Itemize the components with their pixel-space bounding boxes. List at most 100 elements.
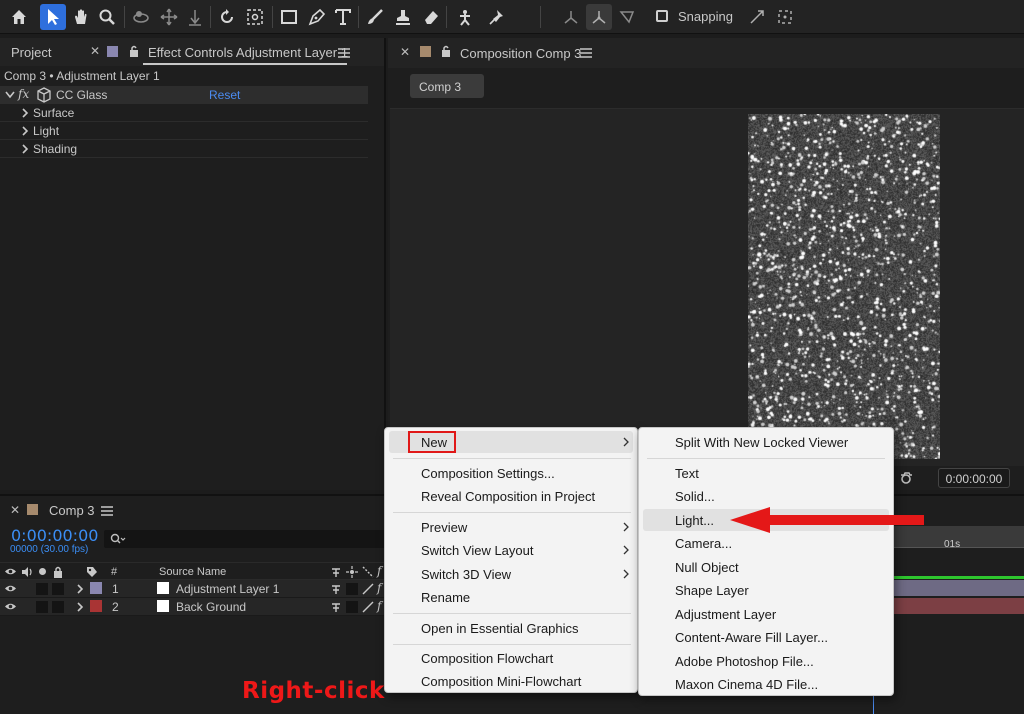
current-time[interactable]: 0:00:00:00 (11, 526, 98, 545)
puppet-pin-icon[interactable] (484, 4, 510, 30)
submenu-item-split-viewer[interactable]: Split With New Locked Viewer (643, 431, 889, 453)
comp-breadcrumb-pill[interactable]: Comp 3 (410, 74, 484, 98)
submenu-item-text[interactable]: Text (643, 462, 889, 484)
pan-icon[interactable] (156, 4, 182, 30)
menu-item-rename[interactable]: Rename (389, 586, 633, 608)
property-row-light[interactable]: Light (0, 122, 368, 140)
pen-icon[interactable] (304, 4, 330, 30)
close-icon[interactable]: ✕ (10, 503, 20, 517)
quality-switch-icon[interactable] (362, 583, 374, 595)
chevron-right-icon[interactable] (21, 126, 29, 136)
snapshot-icon[interactable] (898, 470, 914, 486)
menu-item-open-essential-graphics[interactable]: Open in Essential Graphics (389, 617, 633, 639)
menu-item-composition-mini-flowchart[interactable]: Composition Mini-Flowchart (389, 670, 633, 692)
layer-search-input[interactable] (104, 530, 390, 548)
tab-composition[interactable]: Composition Comp 3 (460, 46, 581, 61)
submenu-item-shape-layer[interactable]: Shape Layer (643, 579, 889, 601)
collapse-switch[interactable] (346, 583, 358, 595)
layer-bar-1[interactable] (892, 580, 1024, 596)
lock-icon[interactable] (128, 45, 140, 57)
reset-link[interactable]: Reset (209, 88, 240, 102)
tab-effect-controls[interactable]: Effect Controls Adjustment Layer 1 (148, 45, 348, 60)
snap-features-icon[interactable] (772, 4, 798, 30)
menu-item-switch-3d-view[interactable]: Switch 3D View (389, 563, 633, 585)
chevron-right-icon[interactable] (76, 584, 84, 594)
submenu-item-photoshop-file[interactable]: Adobe Photoshop File... (643, 650, 889, 672)
submenu-item-null-object[interactable]: Null Object (643, 556, 889, 578)
zoom-icon[interactable] (94, 4, 120, 30)
layer-label-color[interactable] (90, 582, 102, 594)
layer-label-color[interactable] (90, 600, 102, 612)
collapse-switch[interactable] (346, 601, 358, 613)
panel-menu-icon[interactable] (338, 48, 350, 58)
fx-switch-icon[interactable]: f (377, 599, 381, 613)
submenu-item-cinema-4d-file[interactable]: Maxon Cinema 4D File... (643, 673, 889, 695)
effect-row-cc-glass[interactable]: fx CC Glass Reset (0, 86, 368, 104)
axis-view-icon[interactable] (614, 4, 640, 30)
layer-name[interactable]: Adjustment Layer 1 (176, 582, 279, 596)
snapping-checkbox[interactable] (656, 10, 668, 22)
shy-icon[interactable] (330, 566, 342, 578)
snap-edges-icon[interactable] (744, 4, 770, 30)
close-icon[interactable]: ✕ (400, 45, 410, 59)
submenu-item-content-aware-fill[interactable]: Content-Aware Fill Layer... (643, 626, 889, 648)
roto-brush-icon[interactable] (452, 4, 478, 30)
lock-toggle[interactable] (52, 601, 64, 613)
property-row-shading[interactable]: Shading (0, 140, 368, 158)
panel-menu-icon[interactable] (580, 48, 592, 58)
submenu-item-solid[interactable]: Solid... (643, 485, 889, 507)
menu-item-preview[interactable]: Preview (389, 516, 633, 538)
panel-menu-icon[interactable] (101, 506, 113, 516)
chevron-right-icon[interactable] (21, 108, 29, 118)
eye-icon[interactable] (4, 602, 17, 611)
chevron-right-icon[interactable] (76, 602, 84, 612)
tab-timeline-comp[interactable]: Comp 3 (49, 503, 95, 518)
column-source-name[interactable]: Source Name (159, 566, 226, 578)
collapse-icon[interactable] (346, 566, 358, 578)
eye-icon[interactable] (4, 584, 17, 593)
fx-icon[interactable]: fx (18, 87, 29, 101)
rotate-icon[interactable] (214, 4, 240, 30)
menu-item-switch-view-layout[interactable]: Switch View Layout (389, 539, 633, 561)
dolly-icon[interactable] (182, 4, 208, 30)
solo-icon[interactable] (39, 568, 46, 575)
label-tag-icon[interactable] (86, 566, 98, 578)
eraser-icon[interactable] (418, 4, 444, 30)
hand-icon[interactable] (68, 4, 94, 30)
axis-local-icon[interactable] (558, 4, 584, 30)
submenu-item-camera[interactable]: Camera... (643, 532, 889, 554)
home-icon[interactable] (6, 4, 32, 30)
quality-switch-icon[interactable] (362, 601, 374, 613)
lock-icon[interactable] (440, 45, 452, 57)
solo-toggle[interactable] (36, 601, 48, 613)
solo-toggle[interactable] (36, 583, 48, 595)
fx-switch-icon[interactable]: f (377, 581, 381, 595)
brush-icon[interactable] (362, 4, 388, 30)
menu-item-composition-flowchart[interactable]: Composition Flowchart (389, 647, 633, 669)
quality-icon[interactable] (362, 566, 374, 578)
eye-icon[interactable] (4, 567, 17, 576)
audio-icon[interactable] (21, 566, 33, 578)
selection-icon[interactable] (40, 4, 66, 30)
viewer-timecode[interactable]: 0:00:00:00 (938, 468, 1010, 488)
property-row-surface[interactable]: Surface (0, 104, 368, 122)
type-icon[interactable] (330, 4, 356, 30)
rectangle-icon[interactable] (276, 4, 302, 30)
chevron-right-icon[interactable] (21, 144, 29, 154)
layer-row-1[interactable]: 1 Adjustment Layer 1 f (0, 580, 390, 598)
menu-item-composition-settings[interactable]: Composition Settings... (389, 462, 633, 484)
layer-name[interactable]: Back Ground (176, 600, 246, 614)
effects-column-icon[interactable]: f (377, 564, 381, 578)
axis-world-icon[interactable] (586, 4, 612, 30)
lock-toggle[interactable] (52, 583, 64, 595)
shy-switch-icon[interactable] (330, 583, 342, 595)
anchor-icon[interactable] (242, 4, 268, 30)
clone-stamp-icon[interactable] (390, 4, 416, 30)
layer-bar-2[interactable] (892, 598, 1024, 614)
chevron-down-icon[interactable] (5, 91, 15, 99)
menu-item-reveal-composition[interactable]: Reveal Composition in Project (389, 485, 633, 507)
lock-icon[interactable] (53, 566, 63, 578)
submenu-item-adjustment-layer[interactable]: Adjustment Layer (643, 603, 889, 625)
orbit-icon[interactable] (128, 4, 154, 30)
work-area-bar[interactable] (892, 576, 1024, 579)
